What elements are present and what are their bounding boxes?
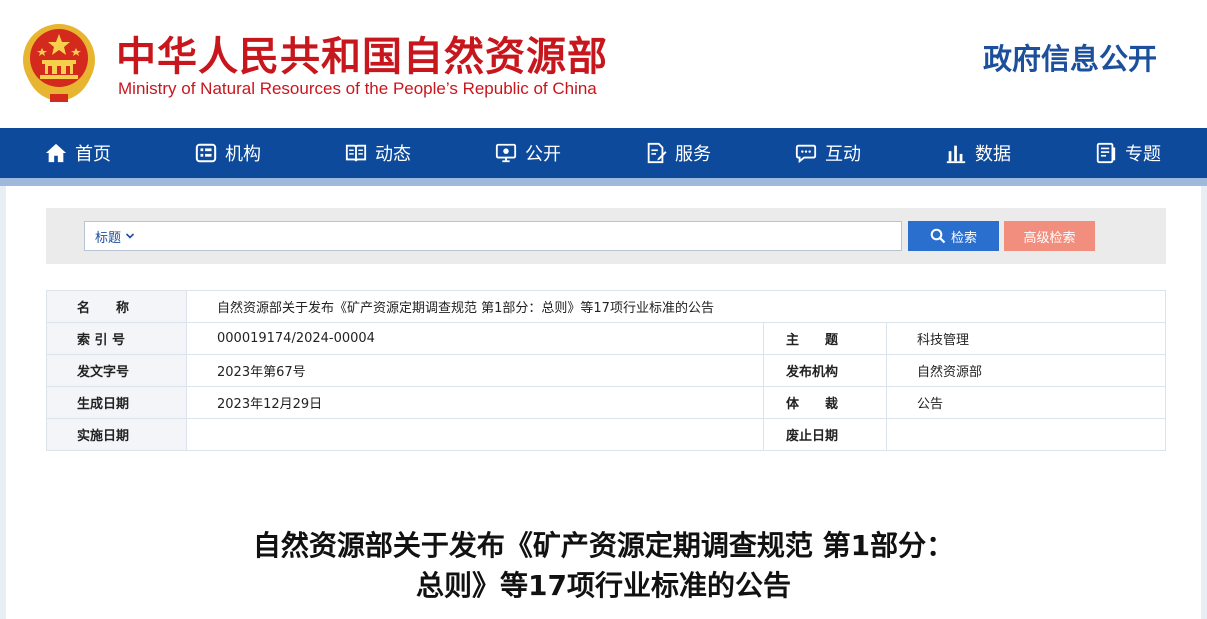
nav-item-label: 互动 (825, 144, 861, 165)
search-bar: 标题 检索 高级检索 (46, 208, 1166, 264)
home-icon (45, 143, 67, 163)
nav-item-label: 数据 (975, 144, 1011, 165)
bar-chart-icon (946, 145, 966, 164)
nav-item-org[interactable]: 机构 (150, 128, 300, 178)
article-title: 自然资源部关于发布《矿产资源定期调查规范 第1部分： 总则》等17项行业标准的公… (6, 526, 1201, 606)
search-type-select[interactable]: 标题 (85, 227, 135, 246)
nav-item-label: 机构 (225, 144, 261, 165)
monitor-icon (495, 143, 517, 163)
site-header: 中华人民共和国自然资源部 Ministry of Natural Resourc… (0, 0, 1207, 128)
meta-label: 生成日期 (46, 386, 187, 419)
meta-value: 000019174/2024-00004 (186, 322, 764, 355)
nav-item-home[interactable]: 首页 (0, 128, 150, 178)
table-row: 实施日期 废止日期 (46, 418, 1166, 451)
nav-item-interact[interactable]: 互动 (750, 128, 900, 178)
nav-item-label: 服务 (675, 144, 711, 165)
meta-label: 体 裁 (763, 386, 887, 419)
meta-value (186, 418, 764, 451)
nav-item-open[interactable]: 公开 (450, 128, 600, 178)
edit-doc-icon (647, 142, 667, 164)
meta-label: 主 题 (763, 322, 887, 355)
content-panel: 标题 检索 高级检索 名 称 自然资源部关于发布《矿产资源定期调查规范 第1部分… (6, 186, 1201, 619)
meta-label: 索 引 号 (46, 322, 187, 355)
search-button-label: 检索 (950, 230, 977, 246)
chevron-down-icon (125, 233, 135, 239)
meta-value: 公告 (886, 386, 1166, 419)
nav-item-service[interactable]: 服务 (600, 128, 750, 178)
meta-label: 发文字号 (46, 354, 187, 387)
nav-item-label: 公开 (525, 144, 561, 165)
search-input[interactable] (143, 223, 901, 249)
ministry-title-cn: 中华人民共和国自然资源部 (116, 34, 608, 80)
table-row: 发文字号 2023年第67号 发布机构 自然资源部 (46, 354, 1166, 387)
meta-label: 废止日期 (763, 418, 887, 451)
meta-label: 名 称 (46, 290, 187, 323)
list-doc-icon (1096, 142, 1116, 164)
meta-value: 2023年第67号 (186, 354, 764, 387)
meta-label: 发布机构 (763, 354, 887, 387)
search-box: 标题 (84, 221, 902, 251)
nav-divider (0, 178, 1207, 186)
gov-info-open-title[interactable]: 政府信息公开 (983, 36, 1157, 78)
table-row: 名 称 自然资源部关于发布《矿产资源定期调查规范 第1部分：总则》等17项行业标… (46, 290, 1166, 323)
search-icon (930, 228, 946, 244)
national-emblem-icon (23, 24, 95, 102)
article-title-line-1: 自然资源部关于发布《矿产资源定期调查规范 第1部分： (252, 529, 955, 562)
nav-item-data[interactable]: 数据 (900, 128, 1050, 178)
meta-label: 实施日期 (46, 418, 187, 451)
table-row: 索 引 号 000019174/2024-00004 主 题 科技管理 (46, 322, 1166, 355)
meta-value (886, 418, 1166, 451)
ministry-title-en: Ministry of Natural Resources of the Peo… (118, 79, 597, 98)
nav-item-topics[interactable]: 专题 (1050, 128, 1200, 178)
meta-value: 科技管理 (886, 322, 1166, 355)
nav-item-label: 首页 (75, 144, 111, 165)
meta-value: 2023年12月29日 (186, 386, 764, 419)
meta-value: 自然资源部关于发布《矿产资源定期调查规范 第1部分：总则》等17项行业标准的公告 (186, 290, 1166, 323)
meta-value: 自然资源部 (886, 354, 1166, 387)
book-icon (345, 144, 367, 162)
nav-item-news[interactable]: 动态 (300, 128, 450, 178)
chat-icon (795, 144, 817, 164)
nav-item-label: 专题 (1125, 144, 1161, 165)
org-icon (195, 143, 217, 163)
advanced-search-button[interactable]: 高级检索 (1004, 221, 1095, 251)
nav-item-label: 动态 (375, 144, 411, 165)
main-nav: 首页 机构 动态 公开 服务 互动 数据 专题 (0, 128, 1207, 178)
table-row: 生成日期 2023年12月29日 体 裁 公告 (46, 386, 1166, 419)
search-type-label: 标题 (95, 230, 122, 246)
document-meta-table: 名 称 自然资源部关于发布《矿产资源定期调查规范 第1部分：总则》等17项行业标… (46, 290, 1166, 451)
search-button[interactable]: 检索 (908, 221, 999, 251)
article-title-line-2: 总则》等17项行业标准的公告 (416, 569, 791, 602)
